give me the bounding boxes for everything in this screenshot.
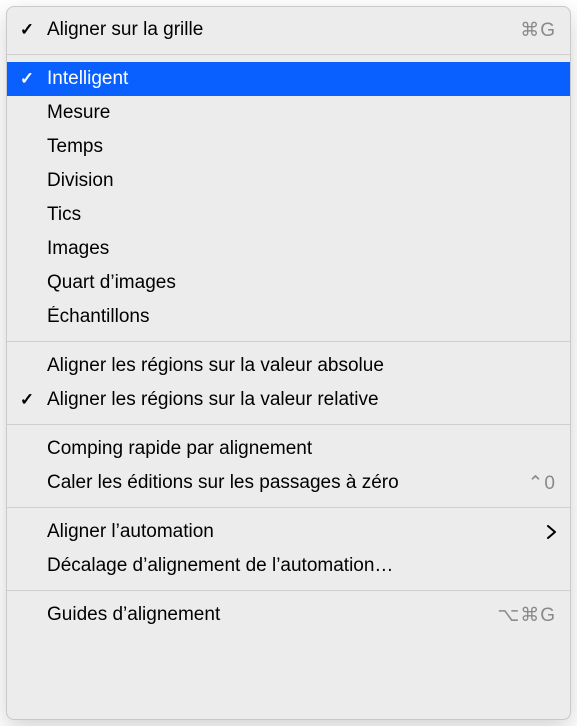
- menu-item-label: Quart d’images: [47, 272, 556, 294]
- checkmark-icon: ✓: [7, 20, 47, 40]
- menu-item-mode-quarter-frames[interactable]: Quart d’images: [7, 266, 570, 300]
- menu-item-label: Images: [47, 238, 556, 260]
- chevron-right-icon: [538, 525, 556, 539]
- menu-item-label: Division: [47, 170, 556, 192]
- menu-item-label: Aligner les régions sur la valeur relati…: [47, 389, 556, 411]
- menu-item-shortcut: ⌃0: [516, 472, 557, 495]
- menu-item-label: Intelligent: [47, 68, 556, 90]
- menu-separator: [7, 424, 570, 425]
- menu-separator: [7, 54, 570, 55]
- checkmark: ✓: [20, 390, 34, 410]
- menu-item-shortcut: ⌘G: [508, 19, 556, 42]
- menu-item-snap-regions-absolute[interactable]: Aligner les régions sur la valeur absolu…: [7, 349, 570, 383]
- menu-item-label: Aligner l’automation: [47, 521, 538, 543]
- menu-item-snap-automation[interactable]: Aligner l’automation: [7, 515, 570, 549]
- menu-item-label: Échantillons: [47, 306, 556, 328]
- menu-item-mode-measure[interactable]: Mesure: [7, 96, 570, 130]
- menu-separator: [7, 341, 570, 342]
- menu-item-alignment-guides[interactable]: Guides d’alignement⌥⌘G: [7, 598, 570, 632]
- menu-item-label: Tics: [47, 204, 556, 226]
- menu-item-label: Guides d’alignement: [47, 604, 485, 626]
- menu-item-mode-frames[interactable]: Images: [7, 232, 570, 266]
- menu-item-label: Caler les éditions sur les passages à zé…: [47, 472, 516, 494]
- menu-separator: [7, 590, 570, 591]
- checkmark-icon: ✓: [7, 390, 47, 410]
- checkmark: ✓: [20, 20, 34, 40]
- menu-separator: [7, 507, 570, 508]
- menu-item-mode-division[interactable]: Division: [7, 164, 570, 198]
- menu-item-label: Temps: [47, 136, 556, 158]
- menu-item-shortcut: ⌥⌘G: [485, 604, 556, 627]
- menu-item-label: Mesure: [47, 102, 556, 124]
- checkmark-icon: ✓: [7, 69, 47, 89]
- menu-item-mode-intelligent[interactable]: ✓ Intelligent: [7, 62, 570, 96]
- menu-item-snap-regions-relative[interactable]: ✓ Aligner les régions sur la valeur relat…: [7, 383, 570, 417]
- menu-item-automation-snap-offset[interactable]: Décalage d’alignement de l’automation…: [7, 549, 570, 583]
- menu-item-quick-swipe-comping[interactable]: Comping rapide par alignement: [7, 432, 570, 466]
- menu-item-snap-edits-zero[interactable]: Caler les éditions sur les passages à zé…: [7, 466, 570, 500]
- menu-item-label: Aligner les régions sur la valeur absolu…: [47, 355, 556, 377]
- menu-item-label: Comping rapide par alignement: [47, 438, 556, 460]
- menu-item-label: Décalage d’alignement de l’automation…: [47, 555, 556, 577]
- menu-item-label: Aligner sur la grille: [47, 19, 508, 41]
- menu-item-align-to-grid[interactable]: ✓ Aligner sur la grille⌘G: [7, 13, 570, 47]
- checkmark: ✓: [20, 69, 34, 89]
- menu-item-mode-time[interactable]: Temps: [7, 130, 570, 164]
- menu-item-mode-samples[interactable]: Échantillons: [7, 300, 570, 334]
- snap-menu: ✓ Aligner sur la grille⌘G ✓ Intelligent Mesu…: [6, 6, 571, 720]
- menu-item-mode-ticks[interactable]: Tics: [7, 198, 570, 232]
